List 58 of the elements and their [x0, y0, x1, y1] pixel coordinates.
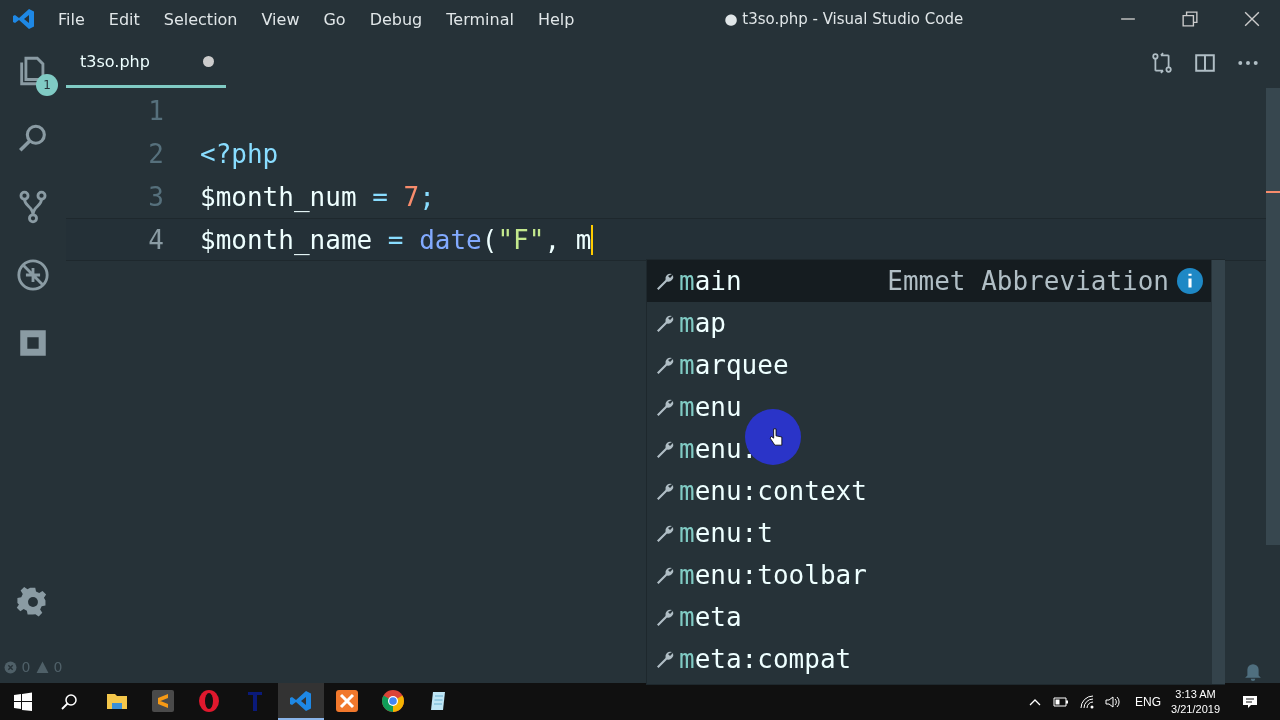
suggestion-item[interactable]: menu: [647, 428, 1211, 470]
bar-command[interactable]: Debug [369, 9, 423, 29]
suggestion-item[interactable]: meta [647, 596, 1211, 638]
suggestion-item[interactable]: menu:t [647, 512, 1211, 554]
suggestion-item[interactable]: main Emmet Abbreviation [647, 260, 1211, 302]
bar-command[interactable]: Selection [163, 9, 238, 29]
bar-command[interactable]: Terminal [446, 9, 514, 29]
suggestion-item[interactable]: meta:compat [647, 638, 1211, 680]
wrench-icon [655, 439, 675, 459]
suggestion-item[interactable]: marquee [647, 344, 1211, 386]
volume-icon[interactable] [1105, 693, 1122, 710]
wrench-icon [655, 649, 675, 669]
window-title: ● t3so.php - Visual Studio Code [724, 10, 964, 28]
suggestion-item[interactable]: menu:context [647, 470, 1211, 512]
code-line: $month_num = 7; [200, 181, 435, 212]
wrench-icon [655, 313, 675, 333]
suggestion-item[interactable]: menu [647, 386, 1211, 428]
overview-marker [1266, 191, 1280, 193]
compare-icon[interactable] [1151, 52, 1173, 74]
suggestion-item[interactable]: map [647, 302, 1211, 344]
line-number: 4 [147, 224, 165, 255]
code-line: $month_name = date("F", m [200, 224, 592, 255]
wrench-icon [655, 481, 675, 501]
wifi-icon[interactable] [1079, 693, 1096, 710]
bar-command[interactable]: View [261, 9, 300, 29]
hand-cursor-icon [769, 427, 783, 447]
wrench-icon [655, 523, 675, 543]
search-icon[interactable] [59, 691, 79, 712]
line-number: 1 [147, 95, 165, 126]
scrollbar[interactable] [1266, 88, 1280, 545]
input-language[interactable]: ENG [1135, 694, 1162, 709]
split-editor-icon[interactable] [1194, 52, 1216, 74]
info-icon[interactable] [1177, 268, 1203, 294]
code-line: <?php [200, 138, 279, 169]
wrench-icon [655, 397, 675, 417]
suggestion-item[interactable]: menu:toolbar [647, 554, 1211, 596]
wrench-icon [655, 271, 675, 291]
bar-command[interactable]: Help [537, 9, 575, 29]
bell-icon[interactable] [1244, 663, 1262, 681]
wrench-icon [655, 607, 675, 627]
clock[interactable]: 3:13 AM 3/21/2019 [1171, 686, 1220, 717]
bar-command[interactable]: File [58, 9, 85, 29]
vscode-icon[interactable] [278, 683, 324, 720]
editor-tab[interactable]: t3so.php [66, 38, 226, 88]
scrollbar[interactable] [1212, 260, 1225, 684]
line-number: 2 [147, 138, 165, 169]
debug-icon[interactable] [16, 258, 50, 292]
windows-start-icon[interactable] [13, 691, 33, 712]
bar-command[interactable]: Go [323, 9, 346, 29]
close-icon[interactable] [1244, 11, 1260, 27]
wrench-icon [655, 565, 675, 585]
wrench-icon [655, 355, 675, 375]
restore-icon[interactable] [1182, 11, 1198, 27]
badge: 1 [36, 74, 58, 96]
line-number: 3 [147, 181, 165, 212]
bar-command[interactable]: Edit [108, 9, 140, 29]
vscode-logo-icon [12, 7, 36, 31]
notification-icon[interactable] [1242, 693, 1258, 710]
